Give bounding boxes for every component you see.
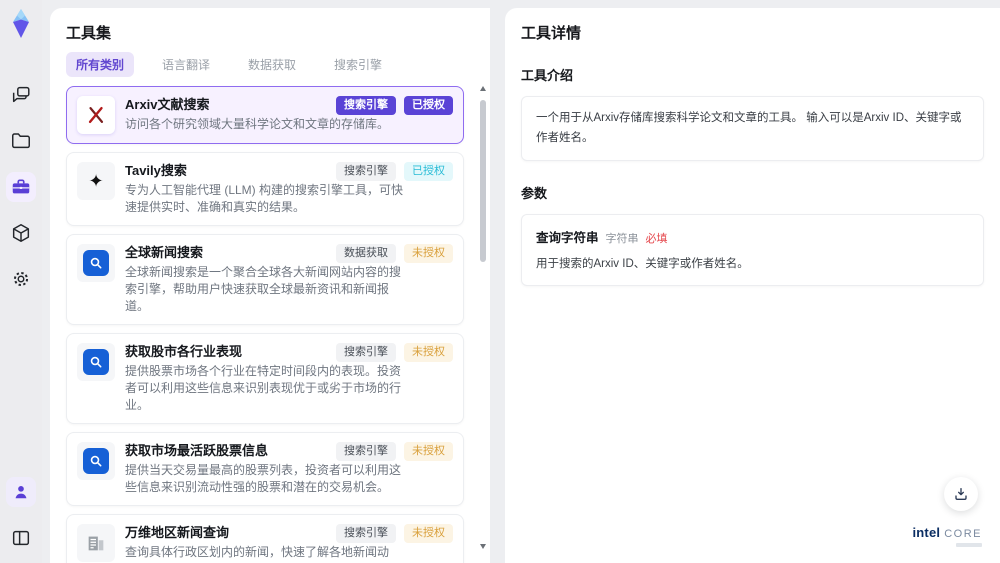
tool-status-badge: 未授权 [404,524,453,543]
chat-icon [12,86,30,103]
intel-logo-bar [956,543,982,547]
param-description: 用于搜索的Arxiv ID、关键字或作者姓名。 [536,258,749,271]
param-box: 查询字符串 字符串 必填 用于搜索的Arxiv ID、关键字或作者姓名。 [521,214,984,287]
app-logo[interactable] [6,8,36,40]
sidebar-item-user[interactable] [6,477,36,507]
tab-all-categories[interactable]: 所有类别 [66,51,135,77]
toolbox-icon [12,179,30,194]
tool-list-item[interactable]: Arxiv文献搜索 访问各个研究领域大量科学论文和文章的存储库。 搜索引擎 已授… [66,86,464,144]
param-type: 字符串 [605,233,639,246]
tool-status-badge: 已授权 [404,96,453,115]
package-icon [12,224,30,242]
settings-gear-icon [13,271,29,287]
tool-description: 查询具体行政区划内的新闻，快速了解各地新闻动 [125,545,390,559]
intro-heading: 工具介绍 [521,68,574,83]
intel-wordmark: intel [912,525,941,540]
tool-description: 专为人工智能代理 (LLM) 构建的搜索引擎工具，可快速提供实时、准确和真实的结… [125,183,404,214]
tool-list-item[interactable]: 获取股市各行业表现 提供股票市场各个行业在特定时间段内的表现。投资者可以利用这些… [66,333,464,424]
intel-core-logo: intel core [912,525,982,547]
building-news-icon [77,524,115,562]
tool-status-badge: 已授权 [404,162,453,181]
tool-category-badge: 搜索引擎 [336,524,396,543]
tool-category-badge: 搜索引擎 [336,162,396,181]
tool-list-item[interactable]: ✦ Tavily搜索 专为人工智能代理 (LLM) 构建的搜索引擎工具，可快速提… [66,152,464,226]
arxiv-logo-icon [77,96,115,134]
sidebar-item-toolbox[interactable] [6,172,36,202]
tab-data-fetch[interactable]: 数据获取 [238,52,306,77]
intro-box: 一个用于从Arxiv存储库搜索科学论文和文章的工具。 输入可以是Arxiv ID… [521,96,984,162]
tool-category-badge: 搜索引擎 [336,343,396,362]
download-icon [955,488,967,500]
user-icon [15,486,27,499]
tab-search-engine[interactable]: 搜索引擎 [324,52,392,77]
tool-category-badge: 搜索引擎 [336,442,396,461]
scroll-up-arrow[interactable] [480,86,486,91]
tool-description: 提供当天交易量最高的股票列表，投资者可以利用这些信息来识别流动性强的股票和潜在的… [125,463,402,494]
sidebar-item-collapse-panel[interactable] [6,523,36,553]
tool-status-badge: 未授权 [404,442,453,461]
list-scrollbar[interactable] [479,86,487,549]
tool-description: 提供股票市场各个行业在特定时间段内的表现。投资者可以利用这些信息来识别表现优于或… [125,364,402,412]
param-name: 查询字符串 [536,231,599,246]
page-title: 工具集 [66,25,112,42]
sidebar-item-chat[interactable] [6,80,36,110]
sidebar-item-settings[interactable] [6,264,36,294]
tool-list: Arxiv文献搜索 访问各个研究领域大量科学论文和文章的存储库。 搜索引擎 已授… [66,86,474,563]
news-search-icon [77,343,115,381]
params-heading: 参数 [521,186,548,202]
core-wordmark: core [944,528,982,540]
sidebar-item-packages[interactable] [6,218,36,248]
tool-detail-panel: 工具详情 工具介绍 一个用于从Arxiv存储库搜索科学论文和文章的工具。 输入可… [505,8,1000,563]
four-point-star-icon: ✦ [77,162,115,200]
folder-icon [12,133,30,149]
tab-language-translation[interactable]: 语言翻译 [152,52,220,77]
scrollbar-thumb[interactable] [480,100,486,262]
panel-layout-icon [12,530,30,546]
tool-category-badge: 数据获取 [336,244,396,263]
news-search-icon [77,244,115,282]
tool-description: 访问各个研究领域大量科学论文和文章的存储库。 [125,117,390,131]
scroll-down-arrow[interactable] [480,544,486,549]
news-search-icon [77,442,115,480]
tool-list-item[interactable]: 全球新闻搜索 全球新闻搜索是一个聚合全球各大新闻网站内容的搜索引擎，帮助用户快速… [66,234,464,325]
left-rail [0,0,42,563]
intro-text: 一个用于从Arxiv存储库搜索科学论文和文章的工具。 输入可以是Arxiv ID… [536,112,962,144]
category-tabs: 所有类别 语言翻译 数据获取 搜索引擎 [66,51,474,77]
param-required-badge: 必填 [645,233,668,246]
tool-list-item[interactable]: 获取市场最活跃股票信息 提供当天交易量最高的股票列表，投资者可以利用这些信息来识… [66,432,464,506]
tool-status-badge: 未授权 [404,244,453,263]
tool-description: 全球新闻搜索是一个聚合全球各大新闻网站内容的搜索引擎，帮助用户快速获取全球最新资… [125,265,402,313]
tool-list-item[interactable]: 万维地区新闻查询 查询具体行政区划内的新闻，快速了解各地新闻动 搜索引擎 未授权 [66,514,464,563]
download-button[interactable] [944,477,978,511]
tool-status-badge: 未授权 [404,343,453,362]
toolset-panel: 工具集 所有类别 语言翻译 数据获取 搜索引擎 Arxiv文献搜索 访问各个研究… [50,8,490,563]
detail-title: 工具详情 [521,25,582,42]
tool-category-badge: 搜索引擎 [336,96,396,115]
sidebar-item-files[interactable] [6,126,36,156]
